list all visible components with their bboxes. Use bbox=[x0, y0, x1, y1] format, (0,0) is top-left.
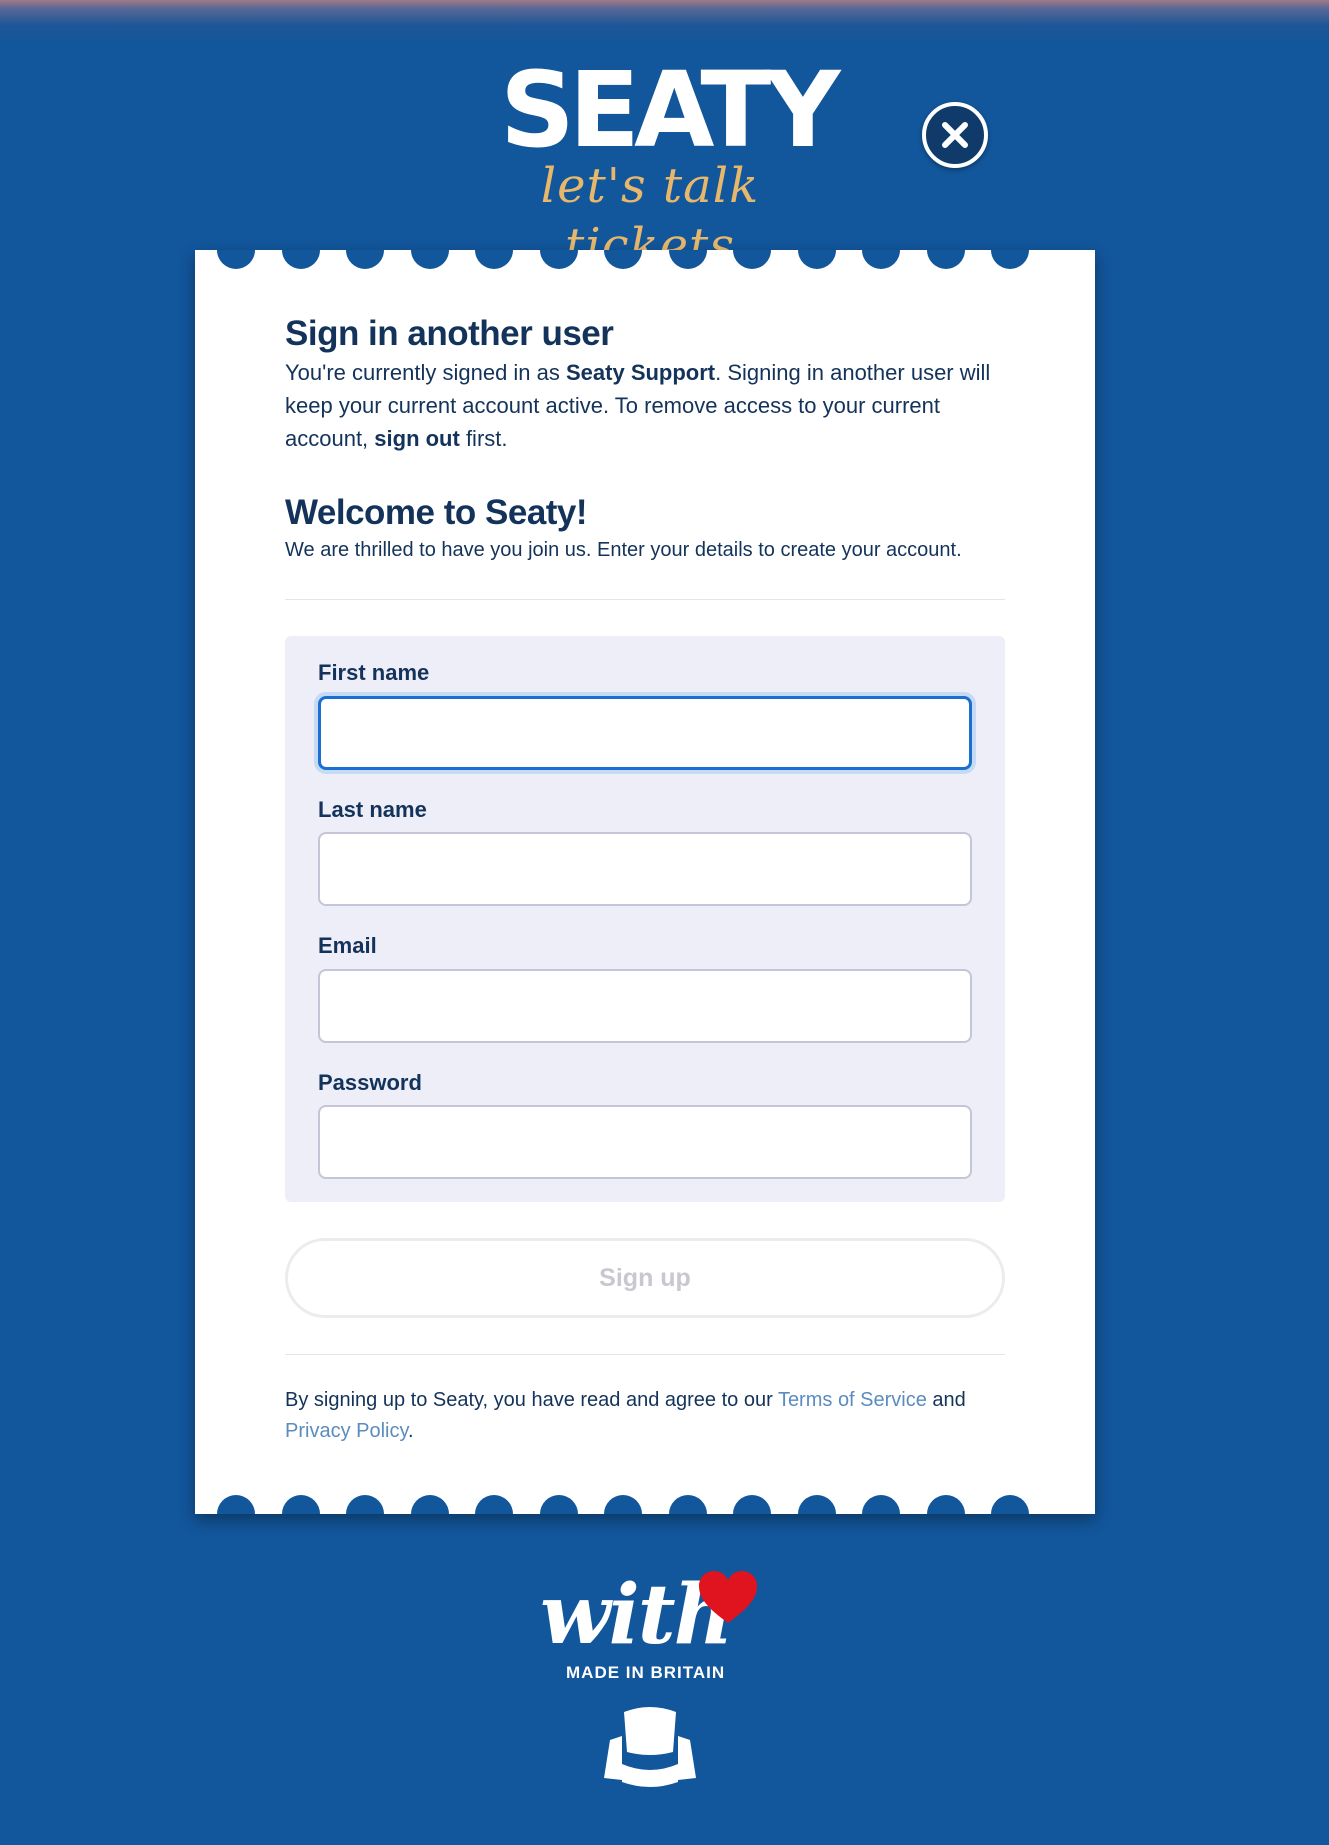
welcome-subtitle: We are thrilled to have you join us. Ent… bbox=[285, 539, 962, 561]
last-name-label: Last name bbox=[318, 797, 427, 822]
email-input[interactable] bbox=[318, 969, 972, 1043]
intro-text-before: You're currently signed in as bbox=[285, 360, 566, 385]
ticket-edge-bottom bbox=[195, 1492, 1095, 1514]
ticket-notch bbox=[539, 1495, 578, 1514]
signup-button[interactable]: Sign up bbox=[285, 1238, 1005, 1318]
terms-text-end: . bbox=[408, 1420, 414, 1442]
signin-another-title: Sign in another user bbox=[285, 314, 614, 353]
privacy-policy-link[interactable]: Privacy Policy bbox=[285, 1420, 408, 1442]
made-with-love-badge: with MADE IN BRITAIN bbox=[520, 1565, 780, 1685]
ticket-notch bbox=[797, 1495, 836, 1514]
ticket-notch bbox=[926, 250, 965, 269]
ticket-notch bbox=[346, 1495, 384, 1514]
ticket-notch bbox=[604, 1495, 642, 1514]
ticket-notch bbox=[991, 1495, 1029, 1514]
divider-bottom bbox=[285, 1354, 1005, 1355]
sign-out-link[interactable]: sign out bbox=[374, 426, 460, 451]
first-name-input[interactable] bbox=[318, 696, 972, 770]
ticket-notch bbox=[539, 250, 578, 269]
close-button[interactable] bbox=[922, 102, 988, 168]
heart-icon bbox=[699, 1571, 757, 1623]
ticket-notch bbox=[926, 1495, 965, 1514]
ticket-edge-top bbox=[195, 250, 1095, 272]
ticket-notch bbox=[668, 1495, 707, 1514]
divider-top bbox=[285, 599, 1005, 600]
ticket-notch bbox=[797, 250, 836, 269]
seaty-logo: SEATY let's talk tickets bbox=[480, 49, 841, 274]
logo-wordmark: SEATY bbox=[500, 49, 841, 171]
last-name-input[interactable] bbox=[318, 832, 972, 906]
top-gradient-bar bbox=[0, 0, 1329, 46]
terms-of-service-link[interactable]: Terms of Service bbox=[778, 1389, 927, 1411]
ticket-notch bbox=[475, 1495, 513, 1514]
signin-another-text: You're currently signed in as Seaty Supp… bbox=[285, 356, 1005, 455]
ticket-notch bbox=[410, 250, 449, 269]
ticket-notch bbox=[862, 250, 900, 269]
terms-text-and: and bbox=[926, 1389, 966, 1411]
password-input[interactable] bbox=[318, 1105, 972, 1179]
current-user-name: Seaty Support bbox=[566, 360, 716, 385]
ticket-notch bbox=[991, 250, 1029, 269]
ticket-notch bbox=[346, 250, 384, 269]
password-label: Password bbox=[318, 1070, 422, 1095]
email-label: Email bbox=[318, 933, 377, 958]
intro-text-after: first. bbox=[459, 426, 508, 451]
ticket-notch bbox=[281, 250, 320, 269]
logo-tagline: let's talk tickets bbox=[540, 158, 760, 274]
ticket-notch bbox=[217, 1495, 255, 1514]
signup-form: First name Last name Email Password bbox=[285, 636, 1005, 1202]
ticket-notch bbox=[733, 250, 771, 269]
close-icon bbox=[942, 122, 968, 148]
seat-icon bbox=[604, 1707, 696, 1787]
ticket-notch bbox=[733, 1495, 771, 1514]
ticket-notch bbox=[475, 250, 513, 269]
ticket-notch bbox=[281, 1495, 320, 1514]
ticket-notch bbox=[668, 250, 707, 269]
ticket-notch bbox=[410, 1495, 449, 1514]
card-content: Sign in another user You're currently si… bbox=[285, 312, 1005, 1447]
ticket-notch bbox=[862, 1495, 900, 1514]
signup-card: Sign in another user You're currently si… bbox=[195, 250, 1095, 1514]
terms-text: By signing up to Seaty, you have read an… bbox=[285, 1385, 1005, 1447]
terms-text-before: By signing up to Seaty, you have read an… bbox=[285, 1389, 778, 1411]
ticket-notch bbox=[604, 250, 642, 269]
first-name-label: First name bbox=[318, 660, 430, 685]
welcome-title: Welcome to Seaty! bbox=[285, 493, 588, 532]
made-in-britain-text: MADE IN BRITAIN bbox=[566, 1663, 726, 1682]
ticket-notch bbox=[217, 250, 255, 269]
